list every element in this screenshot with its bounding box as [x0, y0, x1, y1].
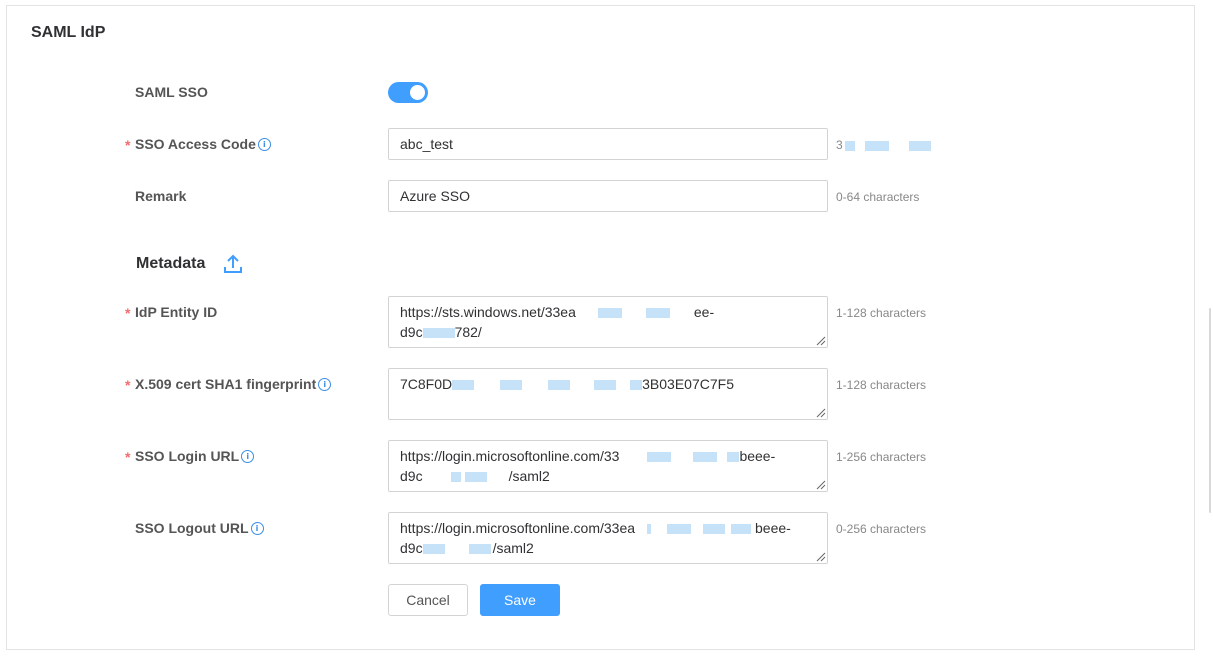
info-icon[interactable]: i [241, 449, 255, 463]
resize-handle-icon[interactable] [814, 334, 826, 346]
sso-access-code-label: SSO Access Code i [135, 136, 271, 152]
info-icon[interactable]: i [257, 137, 271, 151]
sso-login-url-hint: 1-256 characters [836, 450, 927, 464]
required-mark: * [125, 305, 131, 321]
resize-handle-icon[interactable] [814, 478, 826, 490]
required-mark: * [125, 377, 131, 393]
idp-entity-id-label: IdP Entity ID [135, 304, 218, 320]
x509-fingerprint-textarea[interactable]: 7C8F0D 3B03E07C7F5 [388, 368, 828, 420]
sso-login-url-label: SSO Login URL i [135, 448, 255, 464]
resize-handle-icon[interactable] [814, 406, 826, 418]
remark-input[interactable]: Azure SSO [388, 180, 828, 212]
remark-hint: 0-64 characters [836, 190, 920, 204]
sso-logout-url-hint: 0-256 characters [836, 522, 927, 536]
remark-label: Remark [135, 188, 187, 204]
info-icon[interactable]: i [250, 521, 264, 535]
sso-logout-url-label: SSO Logout URL i [135, 520, 264, 536]
idp-entity-id-textarea[interactable]: https://sts.windows.net/33ea ee- d9c 782/ [388, 296, 828, 348]
page-title: SAML IdP [31, 24, 106, 41]
sso-access-code-hint: 3 [836, 138, 931, 152]
x509-fingerprint-label: X.509 cert SHA1 fingerprint i [135, 376, 332, 392]
toggle-knob [410, 85, 425, 100]
required-mark: * [125, 137, 131, 153]
saml-sso-toggle[interactable] [388, 82, 428, 103]
save-button[interactable]: Save [480, 584, 560, 616]
sso-login-url-textarea[interactable]: https://login.microsoftonline.com/33 beee… [388, 440, 828, 492]
resize-handle-icon[interactable] [814, 550, 826, 562]
sso-access-code-input[interactable]: abc_test [388, 128, 828, 160]
scrollbar[interactable] [1209, 308, 1211, 513]
required-mark: * [125, 449, 131, 465]
x509-fingerprint-hint: 1-128 characters [836, 378, 927, 392]
metadata-title: Metadata [136, 255, 206, 272]
saml-sso-label: SAML SSO [135, 84, 208, 100]
info-icon[interactable]: i [318, 377, 332, 391]
sso-logout-url-textarea[interactable]: https://login.microsoftonline.com/33ea be… [388, 512, 828, 564]
idp-entity-id-hint: 1-128 characters [836, 306, 927, 320]
cancel-button[interactable]: Cancel [388, 584, 468, 616]
upload-icon[interactable] [222, 253, 244, 275]
